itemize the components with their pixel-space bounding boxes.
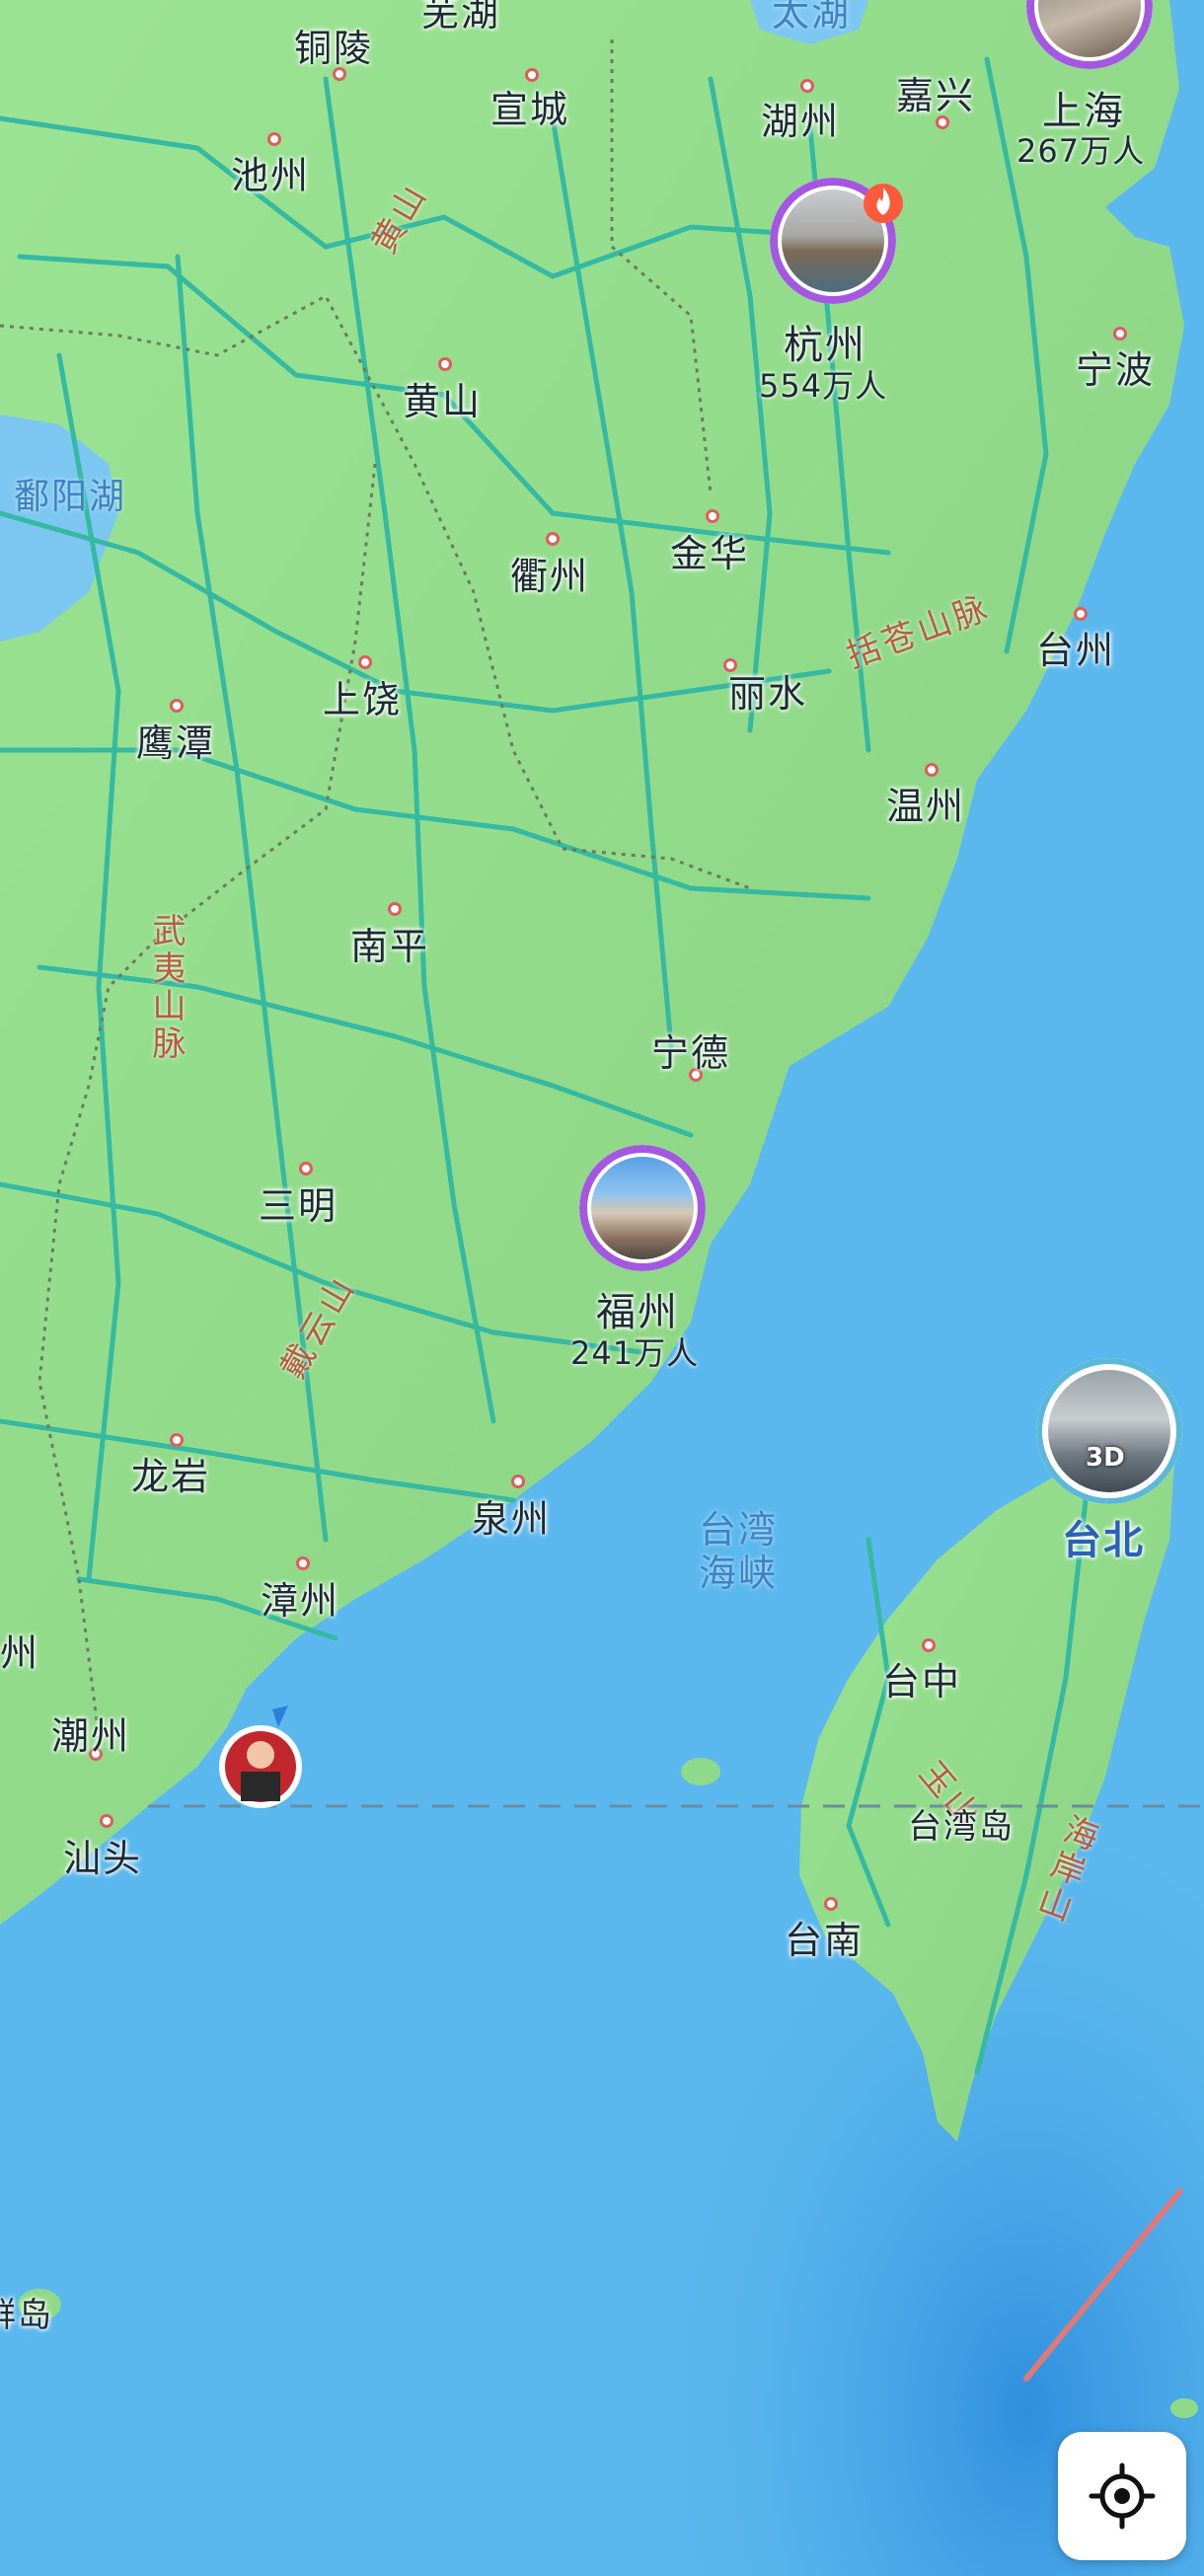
city-dot (706, 509, 719, 523)
lake-label-taihu: 太湖 (772, 0, 852, 35)
city-label-xuancheng[interactable]: 宣城 (490, 79, 569, 133)
city-dot (824, 1897, 838, 1911)
island-label-partial[interactable]: 群岛 (0, 2288, 53, 2336)
city-dot (546, 532, 560, 546)
city-label-shangrao[interactable]: 上饶 (323, 669, 402, 723)
city-label-lishui[interactable]: 丽水 (728, 663, 807, 718)
city-label-taizhong[interactable]: 台中 (882, 1651, 961, 1705)
fuzhou-population: 241万人 (570, 1334, 700, 1372)
shanghai-population: 267万人 (1016, 132, 1146, 170)
taibei-3d-marker[interactable]: 3D (1036, 1358, 1182, 1504)
city-dot (358, 655, 372, 669)
city-label-jiaxing[interactable]: 嘉兴 (896, 65, 975, 119)
city-dot (925, 763, 939, 777)
city-label-wenzhou[interactable]: 温州 (886, 776, 965, 830)
3d-badge: 3D (1086, 1443, 1125, 1473)
city-dot (1113, 327, 1127, 341)
city-label-tainan[interactable]: 台南 (785, 1910, 864, 1964)
city-dot (170, 699, 184, 713)
city-label-nanping[interactable]: 南平 (350, 916, 429, 970)
city-label-quzhou[interactable]: 衢州 (510, 546, 589, 600)
city-dot (511, 1475, 525, 1488)
city-label-jinhua[interactable]: 金华 (670, 523, 749, 577)
city-dot (100, 1814, 113, 1828)
city-dot (299, 1162, 313, 1175)
city-label-ningbo[interactable]: 宁波 (1076, 340, 1155, 394)
city-dot (170, 1433, 184, 1447)
mountain-label-wuyi: 武夷山脉 (146, 913, 186, 1063)
locate-button[interactable] (1058, 2432, 1186, 2560)
lake-label-poyang: 鄱阳湖 (14, 477, 127, 517)
city-dot (296, 1556, 310, 1570)
city-dot (438, 357, 452, 371)
city-dot (267, 132, 281, 146)
map-view[interactable]: 铜陵 芜湖 宣城 湖州 嘉兴 池州 黄山 宁波 衢州 金华 台州 上饶 丽水 鹰… (0, 0, 1204, 2576)
city-label-huzhou[interactable]: 湖州 (761, 91, 840, 145)
taibei-photo-icon (1048, 1370, 1170, 1492)
person-suit (241, 1772, 280, 1801)
city-label-wuhu[interactable]: 芜湖 (421, 0, 500, 37)
fuzhou-photo-icon (591, 1157, 694, 1259)
strait-label: 台湾 海峡 (699, 1508, 779, 1595)
city-label-chaozhou[interactable]: 潮州 (51, 1705, 130, 1760)
city-label-taizhou[interactable]: 台州 (1036, 620, 1115, 674)
city-label-quanzhou[interactable]: 泉州 (472, 1488, 551, 1543)
locate-icon (1089, 2462, 1156, 2530)
fire-icon (864, 184, 903, 223)
city-label-sanming[interactable]: 三明 (259, 1175, 338, 1230)
city-label-tongling[interactable]: 铜陵 (294, 18, 373, 72)
islet (681, 1758, 720, 1785)
person-face (247, 1741, 274, 1769)
taibei-label[interactable]: 台北 (1062, 1508, 1145, 1565)
islet (1170, 2398, 1198, 2418)
hangzhou-population: 554万人 (759, 367, 888, 405)
city-label-yingtan[interactable]: 鹰潭 (136, 713, 215, 767)
fuzhou-photo-marker[interactable] (579, 1145, 706, 1271)
city-label-huangshan[interactable]: 黄山 (403, 371, 482, 425)
island-label-taiwan[interactable]: 台湾岛 (908, 1799, 1015, 1848)
city-dot (388, 902, 402, 916)
city-label-partial[interactable]: 州 (0, 1623, 39, 1677)
city-label-chizhou[interactable]: 池州 (231, 145, 310, 199)
city-dot (922, 1638, 936, 1652)
city-label-ningde[interactable]: 宁德 (651, 1023, 730, 1077)
city-label-shantou[interactable]: 汕头 (63, 1828, 142, 1882)
city-label-longyan[interactable]: 龙岩 (131, 1446, 210, 1500)
city-label-zhangzhou[interactable]: 漳州 (261, 1570, 339, 1625)
city-dot (1074, 607, 1088, 621)
